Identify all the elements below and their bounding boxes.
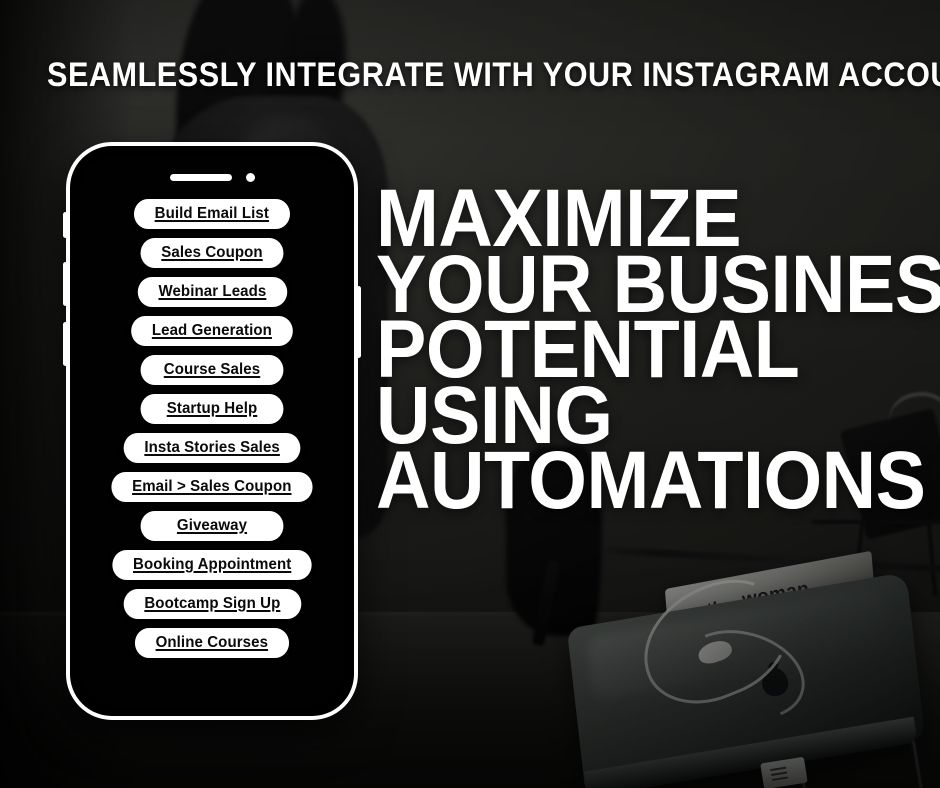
link-button-webinar-leads[interactable]: Webinar Leads bbox=[137, 277, 287, 307]
link-button-startup-help[interactable]: Startup Help bbox=[140, 394, 284, 424]
front-camera-icon bbox=[245, 173, 255, 182]
banner-headline: SEAMLESSLY INTEGRATE WITH YOUR INSTAGRAM… bbox=[47, 56, 940, 94]
speaker-bar-icon bbox=[169, 174, 232, 181]
link-button-bootcamp-sign-up[interactable]: Bootcamp Sign Up bbox=[123, 589, 301, 619]
link-button-insta-stories-sales[interactable]: Insta Stories Sales bbox=[123, 433, 301, 463]
link-button-lead-generation[interactable]: Lead Generation bbox=[131, 316, 293, 346]
volume-down-button[interactable] bbox=[63, 322, 68, 366]
power-button[interactable] bbox=[356, 286, 361, 358]
phone-notch bbox=[79, 173, 345, 182]
link-button-online-courses[interactable]: Online Courses bbox=[135, 628, 289, 658]
promo-canvas: the woman SEAMLESSLY INTEGRATE WITH YOUR… bbox=[0, 0, 940, 788]
link-button-giveaway[interactable]: Giveaway bbox=[140, 511, 284, 541]
phone-mockup: Build Email List Sales Coupon Webinar Le… bbox=[63, 142, 361, 720]
silence-switch-icon[interactable] bbox=[63, 212, 68, 238]
hero-headline: MAXIMIZE YOUR BUSINESS POTENTIAL USING A… bbox=[376, 178, 940, 527]
phone-screen: Build Email List Sales Coupon Webinar Le… bbox=[79, 155, 345, 707]
link-button-email-sales-coupon[interactable]: Email > Sales Coupon bbox=[111, 472, 313, 502]
link-button-build-email-list[interactable]: Build Email List bbox=[134, 199, 290, 229]
link-button-course-sales[interactable]: Course Sales bbox=[140, 355, 284, 385]
link-button-booking-appointment[interactable]: Booking Appointment bbox=[112, 550, 312, 580]
volume-up-button[interactable] bbox=[63, 262, 68, 306]
link-in-bio-button-list: Build Email List Sales Coupon Webinar Le… bbox=[79, 199, 345, 658]
link-button-sales-coupon[interactable]: Sales Coupon bbox=[140, 238, 284, 268]
hero-line-5: AUTOMATIONS bbox=[376, 435, 926, 527]
